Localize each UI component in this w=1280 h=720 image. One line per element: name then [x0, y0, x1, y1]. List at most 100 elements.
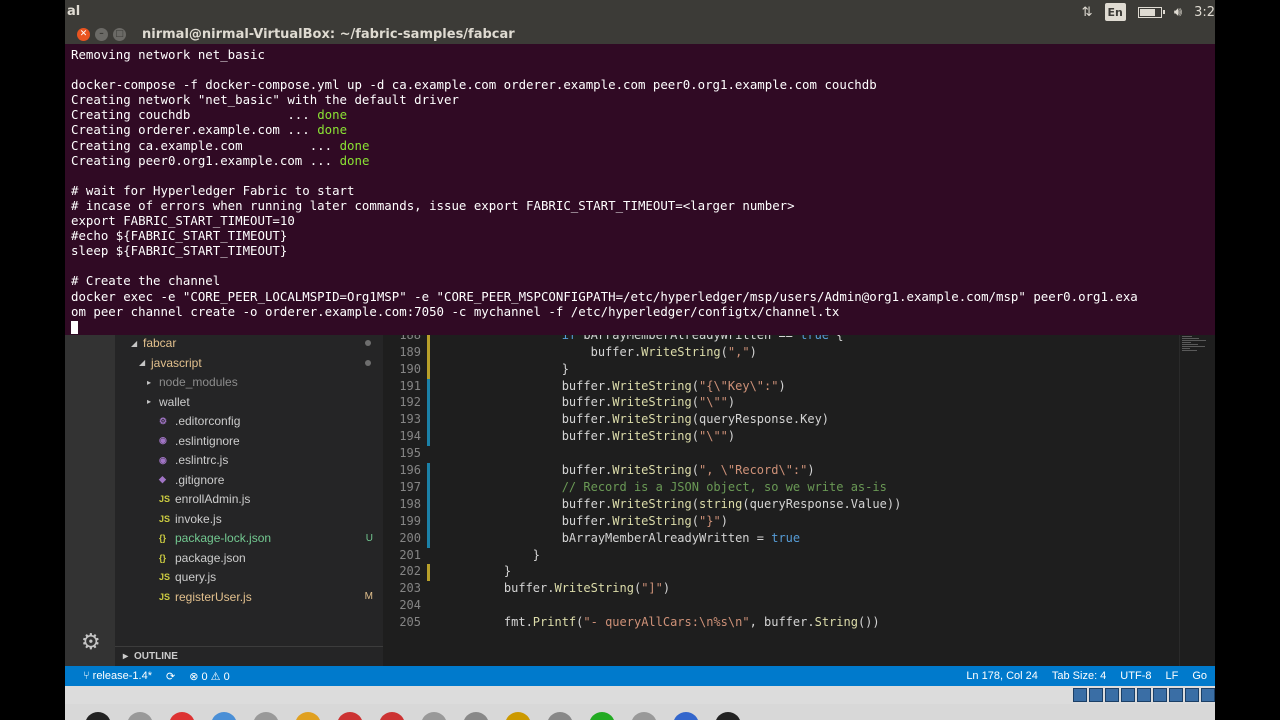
close-icon[interactable]: ✕	[77, 27, 90, 41]
terminal-line: Creating orderer.example.com ... done	[71, 122, 348, 138]
code-editor[interactable]: 186 if strings.Contains(objCar.Make, car…	[383, 294, 1215, 666]
code-text: buffer.WriteString("\"")	[475, 395, 736, 410]
code-line: 199 buffer.WriteString("}")	[383, 513, 1183, 531]
network-icon[interactable]: ⇅	[1082, 3, 1093, 21]
problems-status[interactable]: ⊗ 0 ⚠ 0	[189, 670, 229, 683]
keyboard-layout-indicator[interactable]: En	[1104, 3, 1126, 21]
explorer-item[interactable]: {} package.json	[115, 548, 383, 568]
dock-app-icon[interactable]	[715, 712, 741, 720]
explorer-item[interactable]: ▸ node_modules	[115, 372, 383, 392]
dock-app-icon[interactable]	[505, 712, 531, 720]
explorer-item[interactable]: ▸ wallet	[115, 392, 383, 412]
code-line: 203 buffer.WriteString("]")	[383, 581, 1183, 598]
dock-app-icon[interactable]	[673, 712, 699, 720]
cursor-position-status[interactable]: Ln 178, Col 24	[966, 670, 1038, 682]
line-number: 196	[399, 463, 421, 477]
activity-bar: ⚙	[65, 300, 115, 666]
explorer-item-label: enrollAdmin.js	[175, 492, 251, 506]
vm-audio-icon[interactable]	[1105, 688, 1119, 702]
dock-app-icon[interactable]	[589, 712, 615, 720]
file-type-icon: {}	[159, 552, 167, 563]
git-gutter-marker	[427, 344, 430, 362]
eol-status[interactable]: LF	[1165, 670, 1178, 682]
explorer-item-label: fabcar	[143, 336, 177, 350]
vm-shared-folder-icon[interactable]	[1153, 688, 1167, 702]
explorer-item[interactable]: JS query.js	[115, 567, 383, 587]
terminal-line: Creating peer0.org1.example.com ... done	[71, 152, 370, 168]
right-letterbox	[1215, 0, 1280, 720]
git-gutter-marker	[427, 513, 430, 531]
host-dock	[65, 704, 1215, 720]
vm-record-icon[interactable]	[1185, 688, 1199, 702]
vm-mouse-icon[interactable]	[1201, 688, 1215, 702]
git-branch-status[interactable]: ⑂ release-1.4*	[83, 670, 152, 682]
dock-app-icon[interactable]	[379, 712, 405, 720]
explorer-item[interactable]: JS registerUser.js M	[115, 587, 383, 607]
explorer-item-label: package-lock.json	[175, 531, 272, 545]
explorer-item[interactable]: ◉ .eslintignore	[115, 431, 383, 451]
minimap[interactable]	[1179, 300, 1215, 666]
line-number: 190	[399, 361, 421, 376]
terminal-window[interactable]: ✕ – □ nirmal@nirmal-VirtualBox: ~/fabric…	[65, 24, 1215, 335]
gear-icon[interactable]: ⚙	[81, 630, 101, 655]
volume-icon[interactable]: 🔊︎	[1174, 3, 1182, 21]
terminal-line: Creating network "net_basic" with the de…	[71, 92, 459, 108]
explorer-item[interactable]: JS enrollAdmin.js	[115, 489, 383, 509]
dock-app-icon[interactable]	[169, 712, 195, 720]
dock-app-icon[interactable]	[631, 712, 657, 720]
explorer-item[interactable]: ⚙ .editorconfig	[115, 411, 383, 431]
clock[interactable]: 3:2	[1194, 3, 1215, 21]
explorer-item-label: .gitignore	[175, 472, 225, 487]
maximize-icon[interactable]: □	[113, 27, 126, 41]
git-gutter-marker	[427, 412, 430, 430]
file-type-icon: JS	[159, 494, 171, 504]
code-line: 198 buffer.WriteString(string(queryRespo…	[383, 496, 1183, 514]
dock-app-icon[interactable]	[253, 712, 279, 720]
vm-usb-icon[interactable]	[1137, 688, 1151, 702]
chevron-icon: ▸	[147, 377, 152, 387]
minimize-icon[interactable]: –	[95, 27, 108, 41]
dock-app-icon[interactable]	[337, 712, 363, 720]
vm-display-icon[interactable]	[1169, 688, 1183, 702]
dock-app-icon[interactable]	[421, 712, 447, 720]
outline-section-header[interactable]: ▸ OUTLINE	[115, 646, 383, 666]
code-text: bArrayMemberAlreadyWritten = true	[475, 530, 801, 545]
tab-size-status[interactable]: Tab Size: 4	[1052, 670, 1106, 682]
system-tray: ⇅ En 🔊︎ 3:2	[1082, 3, 1215, 21]
terminal-line: docker exec -e "CORE_PEER_LOCALMSPID=Org…	[71, 288, 1138, 304]
dock-app-icon[interactable]	[463, 712, 489, 720]
git-gutter-marker	[427, 564, 430, 582]
vm-network-icon[interactable]	[1121, 688, 1135, 702]
battery-icon[interactable]	[1137, 3, 1165, 21]
language-mode-status[interactable]: Go	[1192, 670, 1207, 682]
code-text: buffer.WriteString(",")	[475, 344, 757, 359]
vm-disk-icon[interactable]	[1073, 688, 1087, 702]
dock-app-icon[interactable]	[127, 712, 153, 720]
explorer-item-label: package.json	[175, 550, 246, 565]
code-text: fmt.Printf("- queryAllCars:\n%s\n", buff…	[475, 615, 880, 630]
terminal-line: Removing network net_basic	[71, 47, 265, 62]
dock-app-icon[interactable]	[295, 712, 321, 720]
status-bar: ⑂ release-1.4* ⟳ ⊗ 0 ⚠ 0 Ln 178, Col 24 …	[65, 666, 1215, 686]
terminal-title: nirmal@nirmal-VirtualBox: ~/fabric-sampl…	[142, 26, 515, 42]
terminal-titlebar[interactable]: ✕ – □ nirmal@nirmal-VirtualBox: ~/fabric…	[65, 24, 1215, 44]
explorer-item[interactable]: ◆ .gitignore	[115, 470, 383, 490]
code-line: 193 buffer.WriteString(queryResponse.Key…	[383, 412, 1183, 430]
explorer-item[interactable]: JS invoke.js	[115, 509, 383, 529]
code-text: buffer.WriteString(", \"Record\":")	[475, 463, 815, 477]
explorer-item[interactable]: ◢ fabcar	[115, 333, 383, 353]
explorer-item[interactable]: ◢ javascript	[115, 353, 383, 373]
dock-app-icon[interactable]	[211, 712, 237, 720]
terminal-output[interactable]: Removing network net_basic docker-compose…	[71, 47, 1138, 334]
terminal-line: docker-compose -f docker-compose.yml up …	[71, 77, 877, 93]
dock-app-icon[interactable]	[547, 712, 573, 720]
terminal-prompt-line[interactable]	[71, 319, 1138, 334]
vm-optical-icon[interactable]	[1089, 688, 1103, 702]
explorer-item[interactable]: ◉ .eslintrc.js	[115, 450, 383, 470]
explorer-item[interactable]: {} package-lock.json U	[115, 528, 383, 548]
encoding-status[interactable]: UTF-8	[1120, 670, 1151, 682]
file-type-icon: JS	[159, 513, 171, 524]
dock-app-icon[interactable]	[85, 712, 111, 720]
sync-icon[interactable]: ⟳	[166, 670, 175, 683]
